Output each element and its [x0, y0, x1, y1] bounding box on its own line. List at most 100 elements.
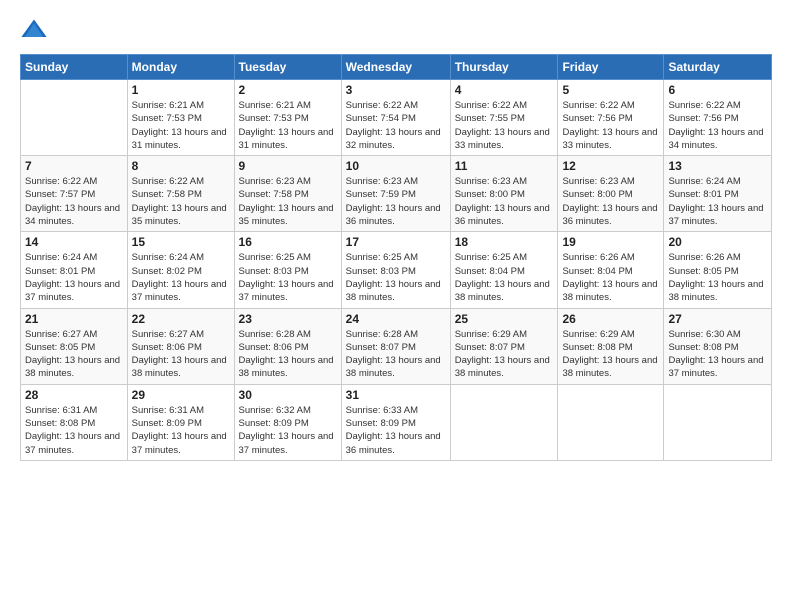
day-number: 7	[25, 159, 123, 173]
calendar-cell: 22Sunrise: 6:27 AM Sunset: 8:06 PM Dayli…	[127, 308, 234, 384]
calendar-cell: 12Sunrise: 6:23 AM Sunset: 8:00 PM Dayli…	[558, 156, 664, 232]
calendar-cell: 9 Sunrise: 6:23 AM Sunset: 7:58 PM Daylig…	[234, 156, 341, 232]
calendar-header: SundayMondayTuesdayWednesdayThursdayFrid…	[21, 55, 772, 80]
day-info: Sunrise: 6:29 AM Sunset: 8:08 PM Dayligh…	[562, 328, 659, 381]
day-info: Sunrise: 6:22 AM Sunset: 7:58 PM Dayligh…	[132, 175, 230, 228]
day-number: 3	[346, 83, 446, 97]
day-number: 18	[455, 235, 554, 249]
header-day-monday: Monday	[127, 55, 234, 80]
day-number: 2	[239, 83, 337, 97]
calendar-cell	[558, 384, 664, 460]
calendar-cell: 5 Sunrise: 6:22 AM Sunset: 7:56 PM Daylig…	[558, 80, 664, 156]
calendar-cell: 8 Sunrise: 6:22 AM Sunset: 7:58 PM Daylig…	[127, 156, 234, 232]
day-number: 1	[132, 83, 230, 97]
day-info: Sunrise: 6:22 AM Sunset: 7:56 PM Dayligh…	[668, 99, 767, 152]
calendar-cell: 14 Sunrise: 6:24 AM Sunset: 8:01 PM Dayli…	[21, 232, 128, 308]
day-number: 20	[668, 235, 767, 249]
day-info: Sunrise: 6:22 AM Sunset: 7:55 PM Dayligh…	[455, 99, 554, 152]
calendar-cell: 18Sunrise: 6:25 AM Sunset: 8:04 PM Dayli…	[450, 232, 558, 308]
day-number: 17	[346, 235, 446, 249]
header-day-wednesday: Wednesday	[341, 55, 450, 80]
header-day-thursday: Thursday	[450, 55, 558, 80]
calendar-cell	[450, 384, 558, 460]
week-row-3: 14 Sunrise: 6:24 AM Sunset: 8:01 PM Dayli…	[21, 232, 772, 308]
day-info: Sunrise: 6:28 AM Sunset: 8:06 PM Dayligh…	[239, 328, 337, 381]
day-info: Sunrise: 6:22 AM Sunset: 7:54 PM Dayligh…	[346, 99, 446, 152]
day-info: Sunrise: 6:32 AM Sunset: 8:09 PM Dayligh…	[239, 404, 337, 457]
day-info: Sunrise: 6:27 AM Sunset: 8:05 PM Dayligh…	[25, 328, 123, 381]
day-number: 10	[346, 159, 446, 173]
day-number: 14	[25, 235, 123, 249]
header-day-saturday: Saturday	[664, 55, 772, 80]
calendar-cell: 16 Sunrise: 6:25 AM Sunset: 8:03 PM Dayli…	[234, 232, 341, 308]
day-info: Sunrise: 6:24 AM Sunset: 8:01 PM Dayligh…	[25, 251, 123, 304]
week-row-1: 1 Sunrise: 6:21 AM Sunset: 7:53 PM Daylig…	[21, 80, 772, 156]
day-number: 15	[132, 235, 230, 249]
day-number: 26	[562, 312, 659, 326]
calendar-cell: 31Sunrise: 6:33 AM Sunset: 8:09 PM Dayli…	[341, 384, 450, 460]
calendar-cell	[21, 80, 128, 156]
calendar-cell: 28 Sunrise: 6:31 AM Sunset: 8:08 PM Dayli…	[21, 384, 128, 460]
day-info: Sunrise: 6:29 AM Sunset: 8:07 PM Dayligh…	[455, 328, 554, 381]
day-number: 31	[346, 388, 446, 402]
week-row-2: 7 Sunrise: 6:22 AM Sunset: 7:57 PM Daylig…	[21, 156, 772, 232]
day-info: Sunrise: 6:22 AM Sunset: 7:56 PM Dayligh…	[562, 99, 659, 152]
day-info: Sunrise: 6:21 AM Sunset: 7:53 PM Dayligh…	[239, 99, 337, 152]
day-info: Sunrise: 6:23 AM Sunset: 7:59 PM Dayligh…	[346, 175, 446, 228]
calendar-cell: 4 Sunrise: 6:22 AM Sunset: 7:55 PM Daylig…	[450, 80, 558, 156]
calendar-cell: 1 Sunrise: 6:21 AM Sunset: 7:53 PM Daylig…	[127, 80, 234, 156]
calendar: SundayMondayTuesdayWednesdayThursdayFrid…	[20, 54, 772, 461]
day-number: 6	[668, 83, 767, 97]
day-number: 21	[25, 312, 123, 326]
day-number: 8	[132, 159, 230, 173]
calendar-body: 1 Sunrise: 6:21 AM Sunset: 7:53 PM Daylig…	[21, 80, 772, 461]
calendar-cell: 21 Sunrise: 6:27 AM Sunset: 8:05 PM Dayli…	[21, 308, 128, 384]
day-info: Sunrise: 6:31 AM Sunset: 8:08 PM Dayligh…	[25, 404, 123, 457]
day-number: 28	[25, 388, 123, 402]
day-info: Sunrise: 6:31 AM Sunset: 8:09 PM Dayligh…	[132, 404, 230, 457]
calendar-cell: 13Sunrise: 6:24 AM Sunset: 8:01 PM Dayli…	[664, 156, 772, 232]
calendar-cell: 29 Sunrise: 6:31 AM Sunset: 8:09 PM Dayli…	[127, 384, 234, 460]
calendar-cell: 19Sunrise: 6:26 AM Sunset: 8:04 PM Dayli…	[558, 232, 664, 308]
header-day-tuesday: Tuesday	[234, 55, 341, 80]
calendar-cell: 2 Sunrise: 6:21 AM Sunset: 7:53 PM Daylig…	[234, 80, 341, 156]
day-info: Sunrise: 6:23 AM Sunset: 7:58 PM Dayligh…	[239, 175, 337, 228]
logo	[20, 16, 50, 44]
calendar-cell: 26 Sunrise: 6:29 AM Sunset: 8:08 PM Dayli…	[558, 308, 664, 384]
calendar-cell: 25 Sunrise: 6:29 AM Sunset: 8:07 PM Dayli…	[450, 308, 558, 384]
day-info: Sunrise: 6:24 AM Sunset: 8:02 PM Dayligh…	[132, 251, 230, 304]
calendar-cell: 17 Sunrise: 6:25 AM Sunset: 8:03 PM Dayli…	[341, 232, 450, 308]
calendar-cell: 27Sunrise: 6:30 AM Sunset: 8:08 PM Dayli…	[664, 308, 772, 384]
logo-icon	[20, 16, 48, 44]
day-info: Sunrise: 6:26 AM Sunset: 8:04 PM Dayligh…	[562, 251, 659, 304]
day-number: 16	[239, 235, 337, 249]
calendar-cell: 6 Sunrise: 6:22 AM Sunset: 7:56 PM Daylig…	[664, 80, 772, 156]
calendar-cell: 24 Sunrise: 6:28 AM Sunset: 8:07 PM Dayli…	[341, 308, 450, 384]
calendar-cell: 11Sunrise: 6:23 AM Sunset: 8:00 PM Dayli…	[450, 156, 558, 232]
day-number: 25	[455, 312, 554, 326]
day-number: 24	[346, 312, 446, 326]
header-day-sunday: Sunday	[21, 55, 128, 80]
day-info: Sunrise: 6:23 AM Sunset: 8:00 PM Dayligh…	[455, 175, 554, 228]
calendar-cell: 7 Sunrise: 6:22 AM Sunset: 7:57 PM Daylig…	[21, 156, 128, 232]
day-number: 5	[562, 83, 659, 97]
day-number: 23	[239, 312, 337, 326]
day-info: Sunrise: 6:22 AM Sunset: 7:57 PM Dayligh…	[25, 175, 123, 228]
day-number: 29	[132, 388, 230, 402]
day-info: Sunrise: 6:25 AM Sunset: 8:03 PM Dayligh…	[239, 251, 337, 304]
calendar-cell: 23 Sunrise: 6:28 AM Sunset: 8:06 PM Dayli…	[234, 308, 341, 384]
calendar-cell: 20Sunrise: 6:26 AM Sunset: 8:05 PM Dayli…	[664, 232, 772, 308]
day-info: Sunrise: 6:25 AM Sunset: 8:03 PM Dayligh…	[346, 251, 446, 304]
day-number: 9	[239, 159, 337, 173]
header-day-friday: Friday	[558, 55, 664, 80]
day-number: 4	[455, 83, 554, 97]
day-info: Sunrise: 6:28 AM Sunset: 8:07 PM Dayligh…	[346, 328, 446, 381]
calendar-cell: 15 Sunrise: 6:24 AM Sunset: 8:02 PM Dayli…	[127, 232, 234, 308]
week-row-5: 28 Sunrise: 6:31 AM Sunset: 8:08 PM Dayli…	[21, 384, 772, 460]
calendar-cell: 3 Sunrise: 6:22 AM Sunset: 7:54 PM Daylig…	[341, 80, 450, 156]
day-info: Sunrise: 6:30 AM Sunset: 8:08 PM Dayligh…	[668, 328, 767, 381]
calendar-cell	[664, 384, 772, 460]
day-info: Sunrise: 6:21 AM Sunset: 7:53 PM Dayligh…	[132, 99, 230, 152]
header-row: SundayMondayTuesdayWednesdayThursdayFrid…	[21, 55, 772, 80]
header	[20, 16, 772, 44]
